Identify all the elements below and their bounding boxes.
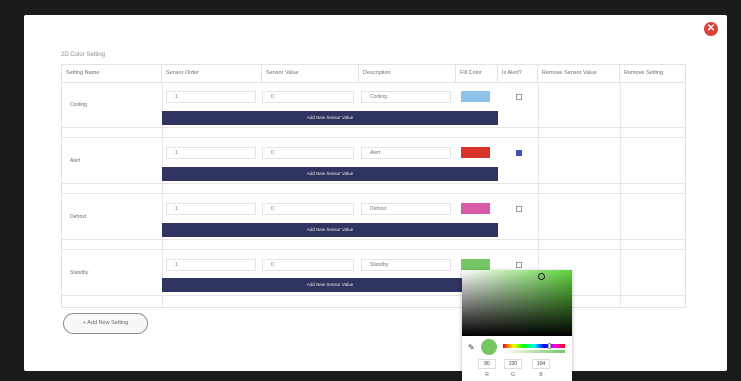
hue-slider-handle[interactable] — [548, 343, 551, 349]
green-value-input[interactable]: 230 — [504, 359, 522, 369]
add-sensor-value-button[interactable]: Add New Sensor Value — [162, 223, 498, 237]
sensor-value-input[interactable]: 0 — [262, 259, 354, 271]
row-divider — [62, 183, 685, 184]
hue-slider[interactable] — [503, 344, 565, 348]
settings-table: Setting Name Sensor Order Sensor Value D… — [61, 64, 686, 308]
header-sensor-value: Sensor Value — [262, 65, 359, 82]
header-sensor-order: Sensor Order — [162, 65, 262, 82]
header-remove-sensor-value: Remove Sensor Value — [538, 65, 620, 82]
row-divider — [62, 249, 685, 250]
fill-color-swatch[interactable] — [461, 203, 490, 214]
is-alert-checkbox[interactable] — [516, 94, 522, 100]
sensor-value-input[interactable]: 0 — [262, 203, 354, 215]
fill-color-swatch[interactable] — [461, 147, 490, 158]
saturation-area[interactable] — [462, 270, 572, 336]
sensor-value-input[interactable]: 0 — [262, 147, 354, 159]
is-alert-checkbox[interactable] — [516, 206, 522, 212]
sensor-value-input[interactable]: 0 — [262, 91, 354, 103]
row-divider — [62, 137, 685, 138]
sensor-order-input[interactable]: 1 — [166, 259, 256, 271]
eyedropper-icon[interactable]: ✎ — [468, 343, 475, 352]
description-input[interactable]: Standby — [361, 259, 451, 271]
header-is-alert: Is Alert? — [498, 65, 538, 82]
column-divider — [620, 82, 621, 307]
fill-color-swatch[interactable] — [461, 259, 490, 270]
header-setting-name: Setting Name — [62, 65, 162, 82]
setting-name: Alert — [70, 158, 81, 164]
fill-color-swatch[interactable] — [461, 91, 490, 102]
setting-name: Cooling — [70, 102, 87, 108]
description-input[interactable]: Defrost — [361, 203, 451, 215]
sensor-order-input[interactable]: 1 — [166, 203, 256, 215]
add-sensor-value-button[interactable]: Add New Sensor Value — [162, 111, 498, 125]
row-divider — [62, 193, 685, 194]
is-alert-checkbox[interactable] — [516, 262, 522, 268]
description-input[interactable]: Alert — [361, 147, 451, 159]
green-label: G — [511, 372, 515, 378]
saturation-cursor[interactable] — [538, 273, 545, 280]
blue-label: B — [539, 372, 543, 378]
sensor-order-input[interactable]: 1 — [166, 91, 256, 103]
add-sensor-value-button[interactable]: Add New Sensor Value — [162, 167, 498, 181]
blue-value-input[interactable]: 104 — [532, 359, 550, 369]
row-divider — [62, 295, 685, 296]
red-label: R — [485, 372, 489, 378]
row-divider — [62, 239, 685, 240]
header-fill-color: Fill Color — [456, 65, 498, 82]
setting-name: Standby — [70, 270, 89, 276]
color-preview — [481, 339, 497, 355]
close-icon[interactable]: ✕ — [704, 22, 718, 36]
add-new-setting-button[interactable]: + Add New Setting — [63, 313, 148, 334]
alpha-slider[interactable] — [503, 350, 565, 353]
header-divider — [62, 82, 685, 83]
row-divider — [62, 127, 685, 128]
header-description: Description — [359, 65, 456, 82]
description-input[interactable]: Cooling — [361, 91, 451, 103]
is-alert-checkbox[interactable] — [516, 150, 522, 156]
sensor-order-input[interactable]: 1 — [166, 147, 256, 159]
color-picker-popover: ✎ 80 230 104 R G B — [462, 270, 572, 381]
setting-name: Defrost — [70, 214, 87, 220]
red-value-input[interactable]: 80 — [478, 359, 496, 369]
add-sensor-value-button[interactable]: Add New Sensor Value — [162, 278, 498, 292]
header-remove-setting: Remove Setting — [624, 70, 664, 76]
section-title: 2D Color Setting — [61, 52, 106, 58]
